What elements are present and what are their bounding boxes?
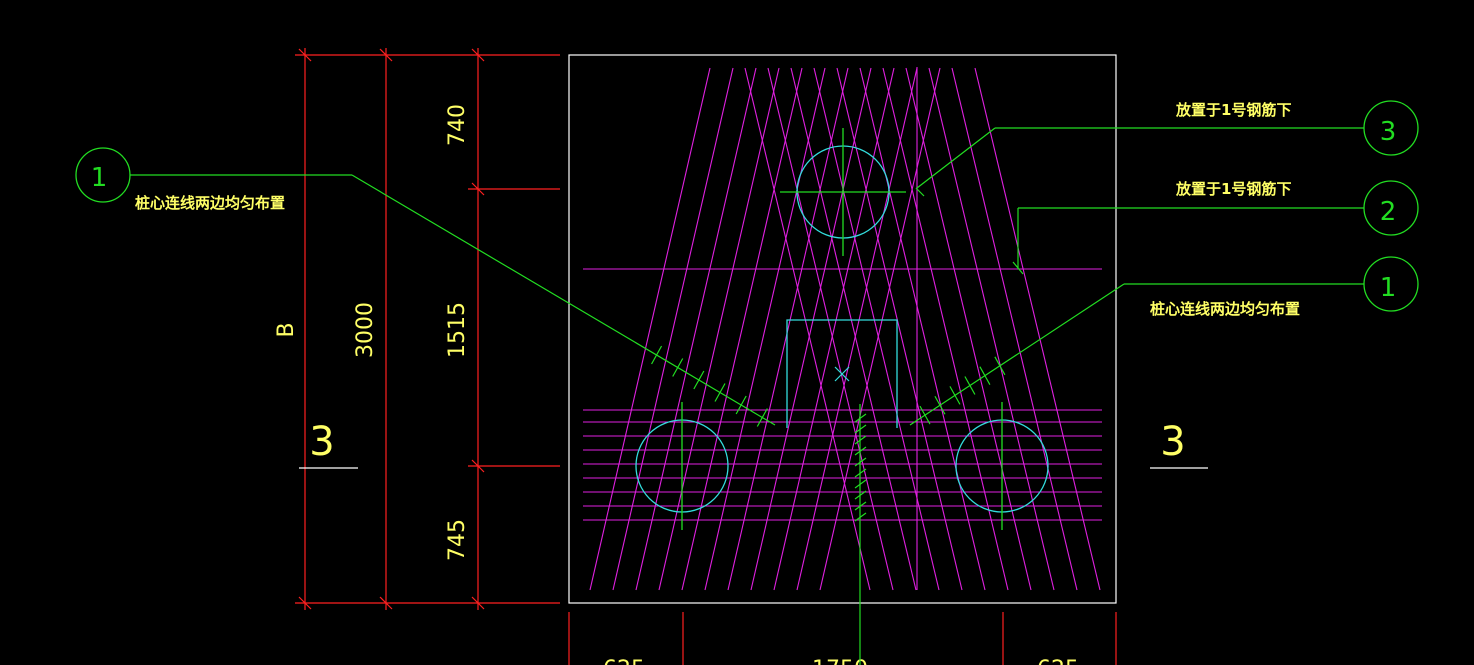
- rebar-diagonal-right: [882, 67, 1009, 591]
- pile-top: [780, 128, 906, 256]
- leader-tick-right: [949, 386, 961, 405]
- dim-bottom-right: 625: [1037, 657, 1079, 665]
- section-label-right: 3: [1160, 419, 1185, 465]
- pile-bottom-right: [955, 402, 1049, 530]
- callout-number-3: 3: [1380, 117, 1397, 147]
- leader-tick-left: [735, 395, 747, 415]
- leader-tick-left: [672, 358, 684, 377]
- callout-note-left: 桩心连线两边均匀布置: [135, 194, 285, 212]
- dim-bottom-left: 625: [603, 657, 645, 665]
- callout-note-3: 放置于1号钢筋下: [1175, 101, 1291, 119]
- section-marker-left: 3: [299, 419, 358, 469]
- section-label-left: 3: [309, 419, 334, 465]
- callout-bubble-left: 1: [75, 147, 131, 203]
- section-marker-right: 3: [1150, 419, 1208, 469]
- callout-number-2: 2: [1380, 197, 1397, 227]
- rebar-diagonal-right: [928, 67, 1055, 591]
- callout-bubble-3: 3: [1363, 100, 1419, 156]
- pile-bottom-left: [635, 402, 729, 530]
- dim-label-middle: 1515: [445, 302, 470, 358]
- callout-number-left: 1: [91, 163, 108, 193]
- rebar-diagonal-left: [681, 67, 803, 591]
- leader-tick-right: [994, 356, 1006, 376]
- callout-number-right: 1: [1380, 273, 1397, 303]
- rebar-diagonal-group-left: [589, 67, 941, 591]
- callout-note-right: 桩心连线两边均匀布置: [1150, 300, 1300, 318]
- leader-tick-right: [964, 376, 976, 395]
- dim-label-bottom: 745: [445, 519, 470, 561]
- leader-tick-left: [693, 370, 705, 390]
- dimension-lines-left: [295, 48, 560, 610]
- leader-tick-left: [651, 345, 663, 365]
- leader-tick-right: [934, 395, 946, 415]
- dim-label-total: 3000: [353, 302, 378, 358]
- rebar-diagonal-left: [635, 67, 757, 591]
- callout-bubble-2: 2: [1363, 180, 1419, 236]
- callout-bubble-right: 1: [1363, 256, 1419, 312]
- pile-cap-drawing: B 3000 740 1515 745 625 1750 625 3 3: [75, 48, 1419, 665]
- rebar-diagonal-right: [905, 67, 1032, 591]
- dim-label-b: B: [274, 322, 299, 337]
- callout-note-2: 放置于1号钢筋下: [1175, 180, 1291, 198]
- leader-tick-left: [714, 383, 726, 402]
- dim-label-top: 740: [445, 104, 470, 146]
- rebar-diagonal-left: [589, 67, 711, 591]
